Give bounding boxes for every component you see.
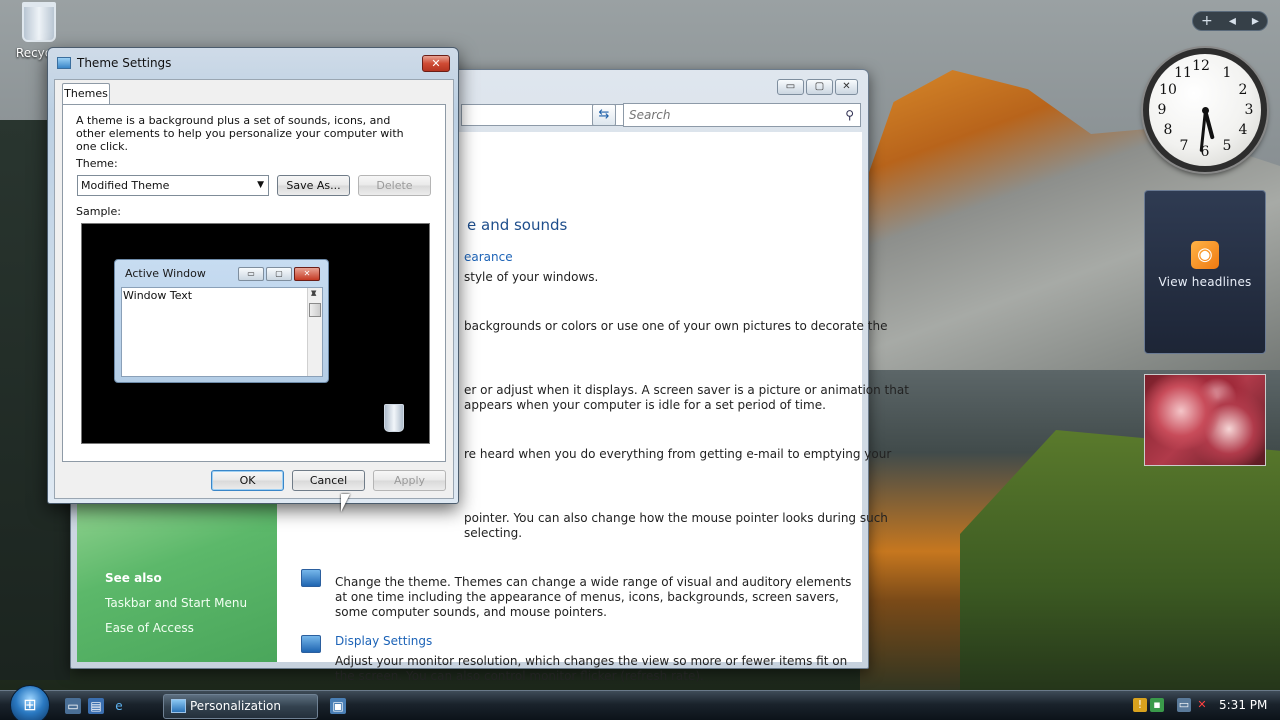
- minimize-icon: ▭: [238, 267, 264, 281]
- switch-windows-icon[interactable]: ▤: [88, 698, 104, 714]
- slideshow-gadget[interactable]: [1144, 374, 1266, 466]
- item-description-line: backgrounds or colors or use one of your…: [464, 319, 888, 333]
- scroll-down-icon: ▼: [311, 289, 317, 297]
- minimize-button[interactable]: ▭: [777, 79, 804, 95]
- internet-explorer-icon[interactable]: e: [111, 698, 127, 714]
- maximize-button[interactable]: ▢: [806, 79, 833, 95]
- clock-number: 5: [1222, 138, 1232, 154]
- sample-label: Sample:: [76, 205, 121, 218]
- preview-scrollbar: ▲ ▼: [307, 288, 322, 376]
- display-settings-description: Adjust your monitor resolution, which ch…: [335, 654, 848, 683]
- preview-window-title: Active Window: [125, 267, 206, 280]
- start-button[interactable]: ⊞: [10, 685, 50, 720]
- item-description-line: er or adjust when it displays. A screen …: [464, 383, 909, 397]
- windows-logo-icon: ⊞: [23, 695, 37, 714]
- item-description-line: pointer. You can also change how the mou…: [464, 511, 888, 525]
- theme-description: Change the theme. Themes can change a wi…: [335, 575, 852, 619]
- item-description-line: re heard when you do everything from get…: [464, 447, 892, 461]
- window-color-link[interactable]: earance: [464, 250, 513, 264]
- taskbar-clock[interactable]: 5:31 PM: [1219, 698, 1267, 712]
- clock-number: 1: [1222, 65, 1232, 81]
- clock-number: 7: [1179, 138, 1189, 154]
- preview-window-text: Window Text: [123, 289, 193, 302]
- themes-tab-panel: A theme is a background plus a set of so…: [62, 104, 446, 462]
- refresh-button[interactable]: ⇆: [592, 104, 616, 126]
- dialog-body: Themes A theme is a background plus a se…: [54, 79, 454, 499]
- display-settings-task-icon[interactable]: ▣: [330, 698, 346, 714]
- search-box[interactable]: ⚲: [623, 103, 861, 127]
- clock-center-pin: [1201, 106, 1209, 114]
- ease-of-access-link[interactable]: Ease of Access: [105, 621, 194, 635]
- theme-settings-dialog: Theme Settings ✕ Themes A theme is a bac…: [47, 47, 459, 504]
- item-description-line: appears when your computer is idle for a…: [464, 398, 826, 412]
- rss-feed-icon: ◉: [1191, 241, 1219, 269]
- close-icon: ✕: [431, 57, 441, 70]
- see-also-heading: See also: [105, 571, 162, 585]
- clock-number: 4: [1238, 122, 1248, 138]
- feed-headlines-gadget[interactable]: ◉ View headlines: [1144, 190, 1266, 354]
- security-shield-icon[interactable]: !: [1133, 698, 1147, 712]
- ok-button[interactable]: OK: [211, 470, 284, 491]
- clock-number: 11: [1174, 65, 1192, 81]
- themes-intro-text: A theme is a background plus a set of so…: [76, 114, 404, 153]
- clock-number: 8: [1163, 122, 1173, 138]
- recycle-bin-icon: [22, 2, 56, 42]
- preview-active-window: Active Window ▭ ▢ ✕ Window Text ▲ ▼: [114, 259, 329, 383]
- save-as-button[interactable]: Save As...: [277, 175, 350, 196]
- network-icon[interactable]: ▭: [1177, 698, 1191, 712]
- sidebar-controls: + ◂ ▸: [1192, 11, 1268, 31]
- close-button[interactable]: ✕: [835, 79, 858, 95]
- search-icon[interactable]: ⚲: [845, 108, 854, 122]
- dialog-close-button[interactable]: ✕: [422, 55, 450, 72]
- taskbar-start-menu-link[interactable]: Taskbar and Start Menu: [105, 596, 247, 610]
- theme-dropdown-value: Modified Theme: [81, 179, 170, 192]
- item-description-line: style of your windows.: [464, 270, 599, 284]
- see-also-panel: See also Taskbar and Start Menu Ease of …: [77, 502, 277, 662]
- display-settings-icon: [301, 635, 321, 653]
- windows-defender-icon[interactable]: ▪: [1150, 698, 1164, 712]
- display-settings-link[interactable]: Display Settings: [335, 634, 432, 648]
- search-input[interactable]: [624, 104, 834, 126]
- add-gadget-icon[interactable]: +: [1201, 13, 1213, 29]
- clock-number: 10: [1159, 82, 1177, 98]
- control-panel-icon: [171, 699, 186, 713]
- refresh-icon: ⇆: [598, 107, 610, 122]
- volume-muted-icon[interactable]: ✕: [1195, 698, 1209, 712]
- apply-button[interactable]: Apply: [373, 470, 446, 491]
- cancel-button[interactable]: Cancel: [292, 470, 365, 491]
- taskbar: ⊞ ▭ ▤ e Personalization ▣ ! ▪ ▭ ✕ 5:31 P…: [0, 685, 1280, 720]
- clock-number: 2: [1238, 82, 1248, 98]
- delete-button[interactable]: Delete: [358, 175, 431, 196]
- chevron-down-icon: ▼: [257, 180, 264, 190]
- window-controls: ▭ ▢ ✕: [777, 79, 858, 95]
- taskbar-item-label: Personalization: [190, 699, 281, 713]
- clock-number: 9: [1157, 102, 1167, 118]
- tab-themes[interactable]: Themes: [62, 83, 110, 105]
- preview-window-client: Window Text ▲ ▼: [121, 287, 323, 377]
- page-title: e and sounds: [467, 216, 568, 234]
- feed-headlines-label: View headlines: [1158, 275, 1252, 289]
- item-description-line: selecting.: [464, 526, 523, 540]
- theme-preview: Active Window ▭ ▢ ✕ Window Text ▲ ▼: [81, 223, 430, 444]
- preview-recycle-bin-icon: [384, 404, 404, 432]
- previous-page-icon[interactable]: ◂: [1229, 13, 1236, 29]
- next-page-icon[interactable]: ▸: [1252, 13, 1259, 29]
- clock-number: 12: [1192, 58, 1210, 74]
- theme-icon: [301, 569, 321, 587]
- taskbar-item-personalization[interactable]: Personalization: [163, 694, 318, 719]
- close-icon: ✕: [294, 267, 320, 281]
- display-icon: [57, 57, 71, 69]
- dialog-title: Theme Settings: [77, 56, 172, 70]
- clock-number: 6: [1200, 144, 1210, 160]
- mouse-cursor: [341, 494, 350, 512]
- clock-gadget[interactable]: 12 1 2 3 4 5 6 7 8 9 10 11: [1143, 48, 1267, 172]
- maximize-icon: ▢: [266, 267, 292, 281]
- clock-number: 3: [1244, 102, 1254, 118]
- preview-window-controls: ▭ ▢ ✕: [238, 267, 320, 281]
- show-desktop-icon[interactable]: ▭: [65, 698, 81, 714]
- theme-label: Theme:: [76, 157, 118, 170]
- theme-dropdown[interactable]: Modified Theme ▼: [77, 175, 269, 196]
